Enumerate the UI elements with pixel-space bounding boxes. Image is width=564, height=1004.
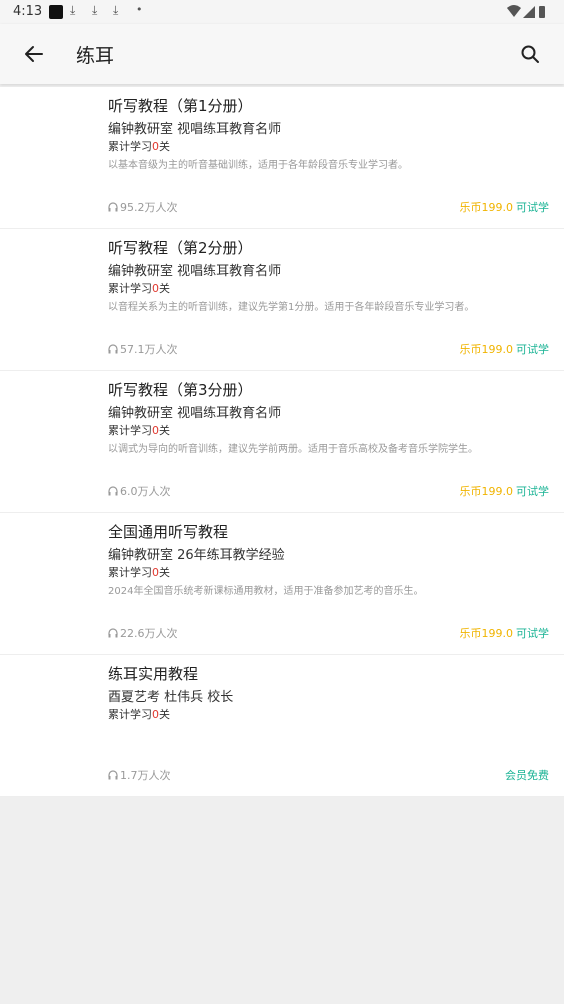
search-icon[interactable] — [518, 42, 542, 66]
course-author: 酉夏艺考 杜伟兵 校长 — [108, 690, 234, 705]
member-free-tag: 会员免费 — [505, 769, 549, 782]
progress-label: 累计学习 — [108, 140, 152, 153]
course-item[interactable]: 练耳实用教程 酉夏艺考 杜伟兵 校长 累计学习0关 1.7万人次 会员免费 — [0, 655, 564, 797]
course-item[interactable]: 全国通用听写教程 编钟教研室 26年练耳教学经验 累计学习0关 2024年全国音… — [0, 513, 564, 655]
progress-unit: 关 — [159, 282, 170, 295]
course-views: 1.7万人次 — [108, 767, 171, 783]
course-title: 听写教程（第1分册） — [108, 97, 253, 115]
course-price: 乐币199.0 可试学 — [460, 625, 550, 641]
course-description: 以调式为导向的听音训练，建议先学前两册。适用于音乐高校及备考音乐学院学生。 — [108, 444, 478, 455]
headphones-icon — [108, 344, 118, 354]
course-item[interactable]: 听写教程（第3分册） 编钟教研室 视唱练耳教育名师 累计学习0关 以调式为导向的… — [0, 371, 564, 513]
signal-icon — [523, 6, 535, 18]
trial-tag: 可试学 — [516, 485, 549, 498]
wifi-icon — [507, 5, 521, 17]
page-title: 练耳 — [76, 45, 115, 67]
views-count: 6.0万人次 — [120, 485, 171, 498]
notification-square-icon — [49, 5, 63, 19]
course-author: 编钟教研室 26年练耳教学经验 — [108, 548, 285, 563]
course-views: 6.0万人次 — [108, 483, 171, 499]
course-price: 会员免费 — [505, 767, 549, 783]
course-title: 听写教程（第2分册） — [108, 239, 253, 257]
trial-tag: 可试学 — [516, 343, 549, 356]
app-bar: 练耳 — [0, 24, 564, 84]
progress-unit: 关 — [159, 708, 170, 721]
course-progress: 累计学习0关 — [108, 706, 170, 722]
course-item[interactable]: 听写教程（第2分册） 编钟教研室 视唱练耳教育名师 累计学习0关 以音程关系为主… — [0, 229, 564, 371]
progress-count: 0 — [152, 708, 159, 721]
course-author: 编钟教研室 视唱练耳教育名师 — [108, 122, 282, 137]
course-description: 以音程关系为主的听音训练，建议先学第1分册。适用于各年龄段音乐专业学习者。 — [108, 302, 475, 313]
views-count: 1.7万人次 — [120, 769, 171, 782]
course-views: 95.2万人次 — [108, 199, 178, 215]
notification-dot-icon: • — [136, 3, 143, 16]
course-author: 编钟教研室 视唱练耳教育名师 — [108, 264, 282, 279]
download-icon: ⤓ — [113, 3, 119, 17]
course-progress: 累计学习0关 — [108, 564, 170, 580]
headphones-icon — [108, 770, 118, 780]
course-list: 听写教程（第1分册） 编钟教研室 视唱练耳教育名师 累计学习0关 以基本音级为主… — [0, 87, 564, 797]
course-progress: 累计学习0关 — [108, 280, 170, 296]
course-price: 乐币199.0 可试学 — [460, 199, 550, 215]
back-arrow-icon[interactable] — [22, 42, 46, 66]
course-item[interactable]: 听写教程（第1分册） 编钟教研室 视唱练耳教育名师 累计学习0关 以基本音级为主… — [0, 87, 564, 229]
progress-label: 累计学习 — [108, 282, 152, 295]
download-icon: ⤓ — [70, 3, 76, 17]
course-title: 全国通用听写教程 — [108, 523, 229, 541]
course-views: 57.1万人次 — [108, 341, 178, 357]
progress-count: 0 — [152, 424, 159, 437]
views-count: 95.2万人次 — [120, 201, 178, 214]
price-coin: 乐币199.0 — [459, 627, 514, 640]
price-coin: 乐币199.0 — [459, 201, 514, 214]
course-progress: 累计学习0关 — [108, 138, 170, 154]
course-description: 以基本音级为主的听音基础训练，适用于各年龄段音乐专业学习者。 — [108, 160, 408, 171]
status-time: 4:13 — [13, 4, 43, 19]
progress-label: 累计学习 — [108, 424, 152, 437]
course-price: 乐币199.0 可试学 — [460, 341, 550, 357]
progress-count: 0 — [152, 282, 159, 295]
views-count: 22.6万人次 — [120, 627, 178, 640]
trial-tag: 可试学 — [516, 201, 549, 214]
download-icon: ⤓ — [92, 3, 98, 17]
headphones-icon — [108, 628, 118, 638]
battery-icon — [539, 6, 545, 18]
progress-count: 0 — [152, 140, 159, 153]
headphones-icon — [108, 486, 118, 496]
progress-count: 0 — [152, 566, 159, 579]
course-description: 2024年全国音乐统考新课标通用教材，适用于准备参加艺考的音乐生。 — [108, 586, 424, 597]
course-views: 22.6万人次 — [108, 625, 178, 641]
headphones-icon — [108, 202, 118, 212]
system-status-icons — [507, 5, 545, 18]
progress-unit: 关 — [159, 424, 170, 437]
price-coin: 乐币199.0 — [459, 485, 514, 498]
trial-tag: 可试学 — [516, 627, 549, 640]
status-bar: 4:13 ⤓ ⤓ ⤓ • — [0, 0, 564, 24]
course-progress: 累计学习0关 — [108, 422, 170, 438]
views-count: 57.1万人次 — [120, 343, 178, 356]
progress-unit: 关 — [159, 566, 170, 579]
course-title: 练耳实用教程 — [108, 665, 199, 683]
price-coin: 乐币199.0 — [459, 343, 514, 356]
progress-label: 累计学习 — [108, 566, 152, 579]
progress-unit: 关 — [159, 140, 170, 153]
course-price: 乐币199.0 可试学 — [460, 483, 550, 499]
course-author: 编钟教研室 视唱练耳教育名师 — [108, 406, 282, 421]
course-title: 听写教程（第3分册） — [108, 381, 253, 399]
progress-label: 累计学习 — [108, 708, 152, 721]
